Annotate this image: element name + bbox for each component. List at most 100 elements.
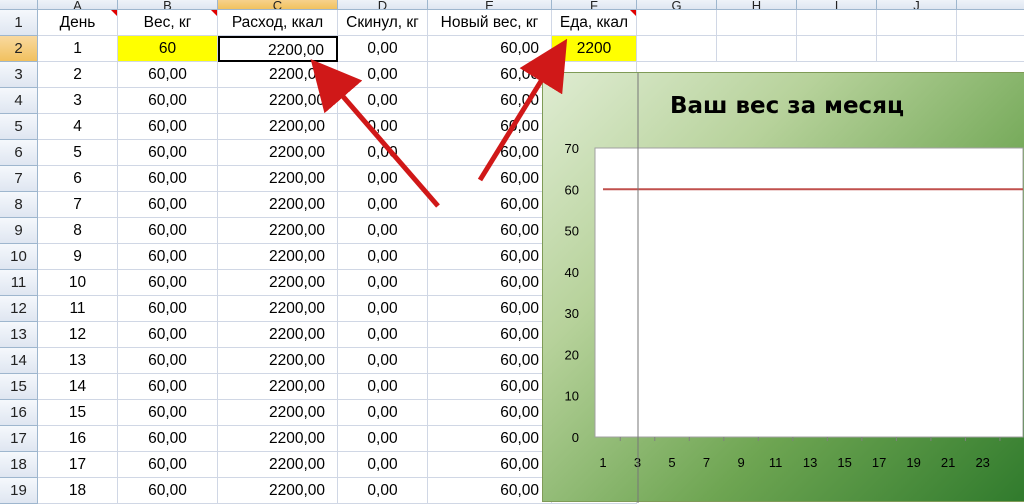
cell-day[interactable]: 7 xyxy=(38,192,118,218)
cell-weight[interactable]: 60,00 xyxy=(118,166,218,192)
cell-lost[interactable]: 0,00 xyxy=(338,348,428,374)
row-header[interactable]: 3 xyxy=(0,62,38,88)
cell-lost[interactable]: 0,00 xyxy=(338,88,428,114)
cell-day[interactable]: 11 xyxy=(38,296,118,322)
cell-day[interactable]: 13 xyxy=(38,348,118,374)
cell-expense[interactable]: 2200,00 xyxy=(218,270,338,296)
cell-day[interactable]: 6 xyxy=(38,166,118,192)
cell-new_weight[interactable]: 60,00 xyxy=(428,192,552,218)
cell-lost[interactable]: 0,00 xyxy=(338,140,428,166)
cell-expense[interactable]: 2200,00 xyxy=(218,166,338,192)
column-header[interactable] xyxy=(957,0,1024,10)
cell-new_weight[interactable]: 60,00 xyxy=(428,62,552,88)
cell-lost[interactable]: 0,00 xyxy=(338,452,428,478)
row-header[interactable]: 9 xyxy=(0,218,38,244)
cell-weight[interactable]: 60,00 xyxy=(118,218,218,244)
cell-lost[interactable]: 0,00 xyxy=(338,192,428,218)
cell-weight[interactable]: 60,00 xyxy=(118,426,218,452)
cell-expense[interactable]: 2200,00 xyxy=(218,192,338,218)
cell-lost[interactable]: 0,00 xyxy=(338,62,428,88)
column-header[interactable]: A xyxy=(38,0,118,10)
header-cell[interactable]: Еда, ккал xyxy=(552,10,637,36)
cell-lost[interactable]: 0,00 xyxy=(338,400,428,426)
cell-new_weight[interactable]: 60,00 xyxy=(428,400,552,426)
cell-expense[interactable]: 2200,00 xyxy=(218,296,338,322)
cell-weight[interactable]: 60,00 xyxy=(118,62,218,88)
cell-expense[interactable]: 2200,00 xyxy=(218,400,338,426)
cell-weight[interactable]: 60,00 xyxy=(118,348,218,374)
row-header[interactable]: 18 xyxy=(0,452,38,478)
row-header[interactable]: 5 xyxy=(0,114,38,140)
cell-empty[interactable] xyxy=(797,10,877,36)
column-header[interactable]: D xyxy=(338,0,428,10)
cell-day[interactable]: 1 xyxy=(38,36,118,62)
cell-empty[interactable] xyxy=(717,10,797,36)
cell-expense[interactable]: 2200,00 xyxy=(218,62,338,88)
cell-expense[interactable]: 2200,00 xyxy=(218,140,338,166)
cell-lost[interactable]: 0,00 xyxy=(338,296,428,322)
column-header[interactable]: B xyxy=(118,0,218,10)
cell-day[interactable]: 15 xyxy=(38,400,118,426)
row-header[interactable]: 7 xyxy=(0,166,38,192)
cell-lost[interactable]: 0,00 xyxy=(338,478,428,504)
cell-lost[interactable]: 0,00 xyxy=(338,218,428,244)
cell-lost[interactable]: 0,00 xyxy=(338,374,428,400)
row-header[interactable]: 17 xyxy=(0,426,38,452)
row-header[interactable]: 2 xyxy=(0,36,38,62)
cell-new_weight[interactable]: 60,00 xyxy=(428,244,552,270)
cell-lost[interactable]: 0,00 xyxy=(338,36,428,62)
cell-day[interactable]: 9 xyxy=(38,244,118,270)
cell-expense[interactable]: 2200,00 xyxy=(218,452,338,478)
cell-new_weight[interactable]: 60,00 xyxy=(428,452,552,478)
cell-empty[interactable] xyxy=(957,10,1024,36)
header-cell[interactable]: Вес, кг xyxy=(118,10,218,36)
column-header[interactable]: G xyxy=(637,0,717,10)
cell-new_weight[interactable]: 60,00 xyxy=(428,348,552,374)
cell-expense[interactable]: 2200,00 xyxy=(218,114,338,140)
cell-new_weight[interactable]: 60,00 xyxy=(428,140,552,166)
cell-weight[interactable]: 60,00 xyxy=(118,478,218,504)
row-header[interactable]: 12 xyxy=(0,296,38,322)
cell-new_weight[interactable]: 60,00 xyxy=(428,426,552,452)
cell-day[interactable]: 16 xyxy=(38,426,118,452)
cell-new_weight[interactable]: 60,00 xyxy=(428,36,552,62)
cell-weight[interactable]: 60,00 xyxy=(118,270,218,296)
cell-empty[interactable] xyxy=(717,36,797,62)
select-all-corner[interactable] xyxy=(0,0,38,10)
header-cell[interactable]: Новый вес, кг xyxy=(428,10,552,36)
cell-expense[interactable]: 2200,00 xyxy=(218,426,338,452)
cell-empty[interactable] xyxy=(957,36,1024,62)
cell-day[interactable]: 18 xyxy=(38,478,118,504)
cell-new_weight[interactable]: 60,00 xyxy=(428,270,552,296)
weight-chart[interactable]: Ваш вес за месяц 01020304050607013579111… xyxy=(542,72,1024,503)
cell-expense[interactable]: 2200,00 xyxy=(218,374,338,400)
cell-weight[interactable]: 60,00 xyxy=(118,400,218,426)
cell-day[interactable]: 17 xyxy=(38,452,118,478)
cell-new_weight[interactable]: 60,00 xyxy=(428,166,552,192)
cell-day[interactable]: 4 xyxy=(38,114,118,140)
cell-day[interactable]: 2 xyxy=(38,62,118,88)
cell-lost[interactable]: 0,00 xyxy=(338,270,428,296)
cell-new_weight[interactable]: 60,00 xyxy=(428,296,552,322)
row-header[interactable]: 8 xyxy=(0,192,38,218)
cell-new_weight[interactable]: 60,00 xyxy=(428,218,552,244)
cell-new_weight[interactable]: 60,00 xyxy=(428,322,552,348)
column-header[interactable]: E xyxy=(428,0,552,10)
row-header[interactable]: 14 xyxy=(0,348,38,374)
cell-lost[interactable]: 0,00 xyxy=(338,426,428,452)
cell-day[interactable]: 3 xyxy=(38,88,118,114)
cell-empty[interactable] xyxy=(877,36,957,62)
cell-empty[interactable] xyxy=(637,10,717,36)
cell-weight[interactable]: 60 xyxy=(118,36,218,62)
cell-lost[interactable]: 0,00 xyxy=(338,322,428,348)
column-header[interactable]: I xyxy=(797,0,877,10)
row-header[interactable]: 16 xyxy=(0,400,38,426)
header-cell[interactable]: День xyxy=(38,10,118,36)
column-header[interactable]: F xyxy=(552,0,637,10)
column-header[interactable]: C xyxy=(218,0,338,10)
row-header[interactable]: 11 xyxy=(0,270,38,296)
cell-expense[interactable]: 2200,00 xyxy=(218,322,338,348)
cell-new_weight[interactable]: 60,00 xyxy=(428,114,552,140)
cell-empty[interactable] xyxy=(797,36,877,62)
column-header[interactable]: J xyxy=(877,0,957,10)
